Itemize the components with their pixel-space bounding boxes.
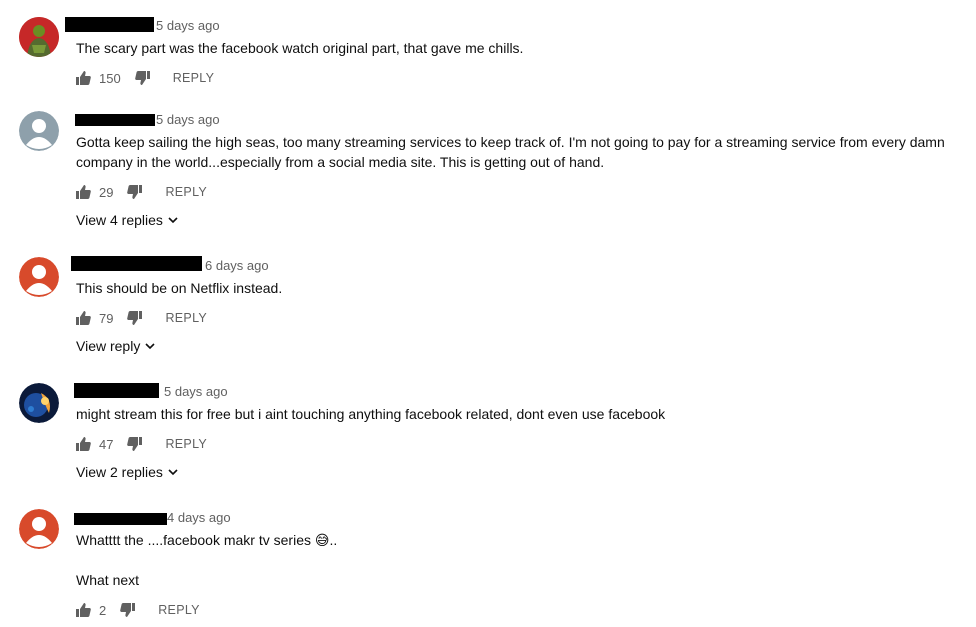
thumbs-up-icon[interactable]: [75, 436, 91, 452]
comment-text-line2: What next: [76, 572, 140, 588]
view-replies-label: View reply: [76, 338, 141, 354]
reply-button[interactable]: REPLY: [158, 603, 200, 617]
chevron-down-icon: [168, 469, 178, 476]
view-replies-label: View 2 replies: [76, 464, 163, 480]
comment-time: 5 days ago: [164, 384, 228, 399]
view-replies-button[interactable]: View reply: [76, 336, 155, 356]
avatar[interactable]: [19, 111, 59, 151]
comment-time: 5 days ago: [156, 18, 220, 33]
thumbs-down-icon[interactable]: [120, 602, 136, 618]
reply-button[interactable]: REPLY: [165, 311, 207, 325]
thumbs-up-icon[interactable]: [75, 70, 91, 86]
comment-actions: 29 REPLY: [75, 182, 207, 202]
redacted-username: [74, 383, 159, 398]
view-replies-label: View 4 replies: [76, 212, 163, 228]
comment-time: 5 days ago: [156, 112, 220, 127]
redacted-username: [71, 256, 202, 271]
comment-actions: 150 REPLY: [75, 68, 214, 88]
view-replies-button[interactable]: View 4 replies: [76, 210, 178, 230]
thumbs-down-icon[interactable]: [127, 436, 143, 452]
comment-text: This should be on Netflix instead.: [76, 280, 283, 296]
comment-actions: 2 REPLY: [75, 600, 200, 620]
comment-text-line1: Gotta keep sailing the high seas, too ma…: [76, 134, 945, 150]
comment-text: might stream this for free but i aint to…: [76, 406, 666, 422]
thumbs-down-icon[interactable]: [127, 184, 143, 200]
reply-button[interactable]: REPLY: [165, 185, 207, 199]
like-count: 2: [99, 602, 107, 618]
avatar[interactable]: [19, 257, 59, 297]
comment-text-line2: company in the world...especially from a…: [76, 154, 605, 170]
comment-text-line1: Whatttt the ....facebook makr tv series …: [76, 532, 338, 548]
reply-button[interactable]: REPLY: [165, 437, 207, 451]
thumbs-up-icon[interactable]: [75, 184, 91, 200]
comment-actions: 47 REPLY: [75, 434, 207, 454]
redacted-username: [65, 17, 154, 32]
redacted-username: [74, 513, 167, 525]
comment-text: The scary part was the facebook watch or…: [76, 40, 524, 56]
comment-actions: 79 REPLY: [75, 308, 207, 328]
like-count: 29: [99, 184, 114, 200]
thumbs-down-icon[interactable]: [127, 310, 143, 326]
redacted-username: [75, 114, 155, 126]
avatar[interactable]: [19, 509, 59, 549]
thumbs-up-icon[interactable]: [75, 602, 91, 618]
reply-button[interactable]: REPLY: [173, 71, 215, 85]
thumbs-up-icon[interactable]: [75, 310, 91, 326]
avatar[interactable]: [19, 383, 59, 423]
like-count: 79: [99, 310, 114, 326]
chevron-down-icon: [168, 217, 178, 224]
comment-time: 6 days ago: [205, 258, 269, 273]
like-count: 150: [99, 70, 121, 86]
avatar[interactable]: [19, 17, 59, 57]
thumbs-down-icon[interactable]: [134, 70, 151, 86]
like-count: 47: [99, 436, 114, 452]
view-replies-button[interactable]: View 2 replies: [76, 462, 178, 482]
comment-time: 4 days ago: [167, 510, 231, 525]
chevron-down-icon: [145, 343, 155, 350]
